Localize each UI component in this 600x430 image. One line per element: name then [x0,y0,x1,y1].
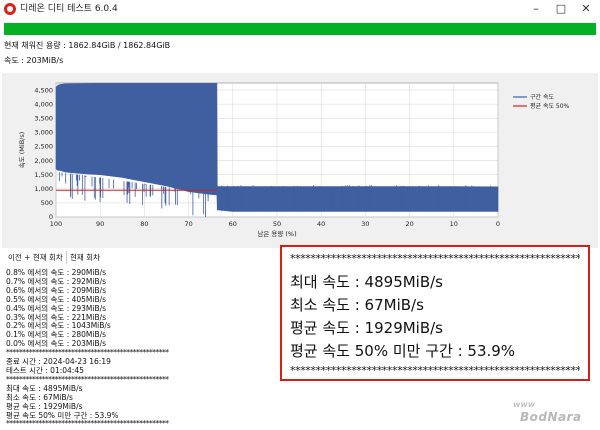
y-tick-label: 4,500 [34,86,53,94]
callout-avg-speed: 평균 속도 : 1929MiB/s [290,319,444,337]
callout-below-half: 평균 속도 50% 미만 구간 : 53.9% [290,342,516,360]
maximize-button[interactable]: □ [550,0,572,18]
log-separator: ****************************************… [6,420,169,429]
window-title: 디레온 디티 테스트 6.0.4 [20,4,118,14]
tab-previous-and-current[interactable]: 이전 + 현재 회차 [8,253,63,263]
y-tick-label: 2,500 [34,143,53,151]
y-axis-label: 속도 (MiB/s) [18,132,26,169]
speed-log-list: 0.8% 에서의 속도 : 290MiB/s 0.7% 에서의 속도 : 292M… [6,268,278,349]
speed-chart: 100 90 80 70 60 50 40 30 20 10 005001,0001,5002,00… [18,82,570,238]
written-capacity-text: 현재 채워진 용량 : 1862.84GiB / 1862.84GiB [4,41,171,50]
callout-separator-bottom: ****************************************… [290,365,580,377]
x-tick-label: 0 [496,220,500,228]
close-button[interactable]: ✕ [575,0,597,18]
elapsed-time-text: 테스트 시간 : 01:04:45 [6,365,84,375]
x-tick-label: 60 [229,220,237,228]
app-icon [4,3,16,15]
x-tick-label: 30 [361,220,369,228]
y-tick-label: 0 [49,213,53,221]
callout-max-speed: 최대 속도 : 4895MiB/s [290,273,444,291]
fill-progress-bar [4,23,596,35]
watermark-logo: BodNara [520,410,582,424]
log-tabs: 이전 + 현재 회차 현재 회차 [0,248,280,266]
watermark-sub: www [513,400,536,409]
x-tick-label: 90 [96,220,104,228]
tab-divider [66,251,67,264]
tab-current[interactable]: 현재 회차 [70,253,100,263]
x-tick-label: 10 [450,220,458,228]
x-tick-label: 70 [184,220,192,228]
speed-text: 속도 : 203MiB/s [4,56,64,65]
y-tick-label: 1,500 [34,171,53,179]
progress-fill [4,23,596,35]
y-tick-label: 3,500 [34,114,53,122]
summary-callout: ****************************************… [280,245,590,381]
legend-label: 구간 속도 [530,93,554,101]
x-tick-label: 50 [273,220,281,228]
summary-log-list: 최대 속도 : 4895MiB/s 최소 속도 : 67MiB/s 평균 속도 : … [6,384,278,421]
y-tick-label: 500 [41,199,53,207]
title-bar: 디레온 디티 테스트 6.0.4 – □ ✕ [0,0,600,19]
callout-separator-top: ****************************************… [290,253,580,265]
y-tick-label: 3,000 [34,129,53,137]
summary-log-line: 평균 속도 50% 미만 구간 : 53.9% [6,410,119,420]
log-output: 0.8% 에서의 속도 : 290MiB/s 0.7% 에서의 속도 : 292M… [6,268,278,429]
callout-min-speed: 최소 속도 : 67MiB/s [290,296,424,314]
speed-log-line: 0.0% 에서의 속도 : 203MiB/s [6,339,107,349]
x-tick-label: 20 [405,220,413,228]
x-axis-label: 남은 용량 (%) [257,229,296,238]
x-tick-label: 40 [317,220,325,228]
speed-chart-panel: 100 90 80 70 60 50 40 30 20 10 0 0 500 1,000 1,500 2,00… [2,73,598,248]
minimize-button[interactable]: – [525,0,547,18]
y-tick-label: 4,000 [34,100,53,108]
y-tick-label: 1,000 [34,185,53,193]
y-tick-label: 2,000 [34,157,53,165]
legend-label: 평균 속도 50% [530,102,570,110]
x-tick-label: 80 [140,220,148,228]
